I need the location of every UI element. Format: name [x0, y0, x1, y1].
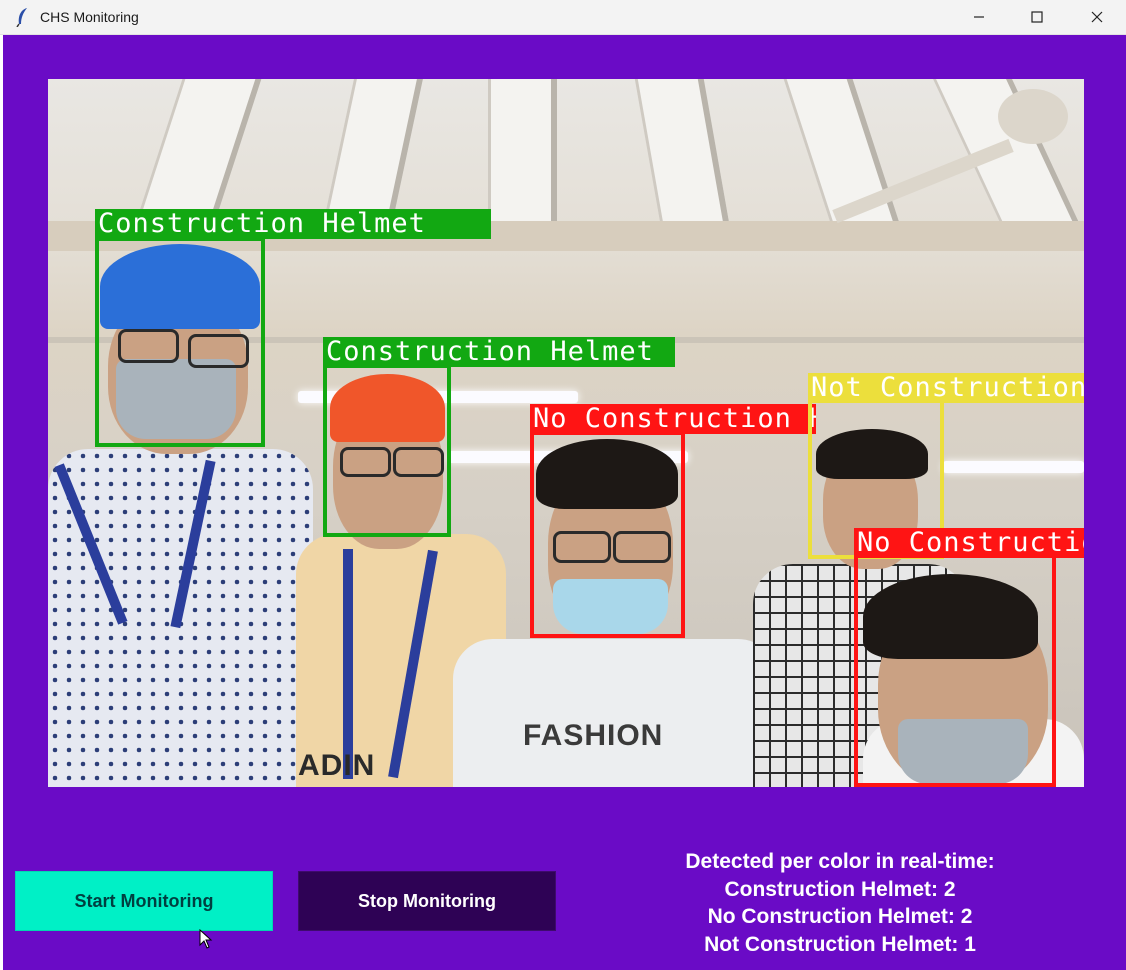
minimize-icon [974, 16, 984, 18]
detection-label: No Construction Helmet [530, 404, 816, 434]
feather-icon [16, 8, 27, 27]
stop-monitoring-button[interactable]: Stop Monitoring [298, 871, 556, 931]
detection-stats: Detected per color in real-time: Constru… [603, 848, 1077, 958]
minimize-button[interactable] [950, 0, 1008, 34]
window-title: CHS Monitoring [40, 9, 139, 25]
detection-box [95, 237, 265, 447]
detection-label: No Construction Helmet [854, 528, 1084, 558]
detection-box [530, 431, 685, 638]
shirt-print: ADIN [298, 749, 376, 782]
detection-label: Construction Helmet [95, 209, 491, 239]
maximize-button[interactable] [1008, 0, 1066, 34]
stats-heading: Detected per color in real-time: [685, 850, 995, 873]
maximize-icon [1031, 11, 1043, 23]
detection-label: Construction Helmet [323, 337, 675, 367]
stats-no-construction-helmet: No Construction Helmet: 2 [707, 905, 973, 928]
start-monitoring-button[interactable]: Start Monitoring [15, 871, 273, 931]
main-window: ADIN FASHION Construction Helmet Constru… [3, 35, 1126, 970]
close-button[interactable] [1068, 0, 1126, 34]
camera-feed: ADIN FASHION Construction Helmet Constru… [48, 79, 1084, 787]
mouse-cursor-icon [199, 929, 213, 949]
detection-box [323, 364, 451, 537]
detection-box [854, 554, 1056, 787]
stats-construction-helmet: Construction Helmet: 2 [724, 877, 956, 901]
detection-label: Not Construction Helmet [808, 373, 1084, 403]
hoodie-print: FASHION [523, 719, 664, 752]
close-icon [1091, 11, 1103, 23]
title-bar: CHS Monitoring [0, 0, 1126, 35]
stats-not-construction-helmet: Not Construction Helmet: 1 [704, 932, 976, 956]
